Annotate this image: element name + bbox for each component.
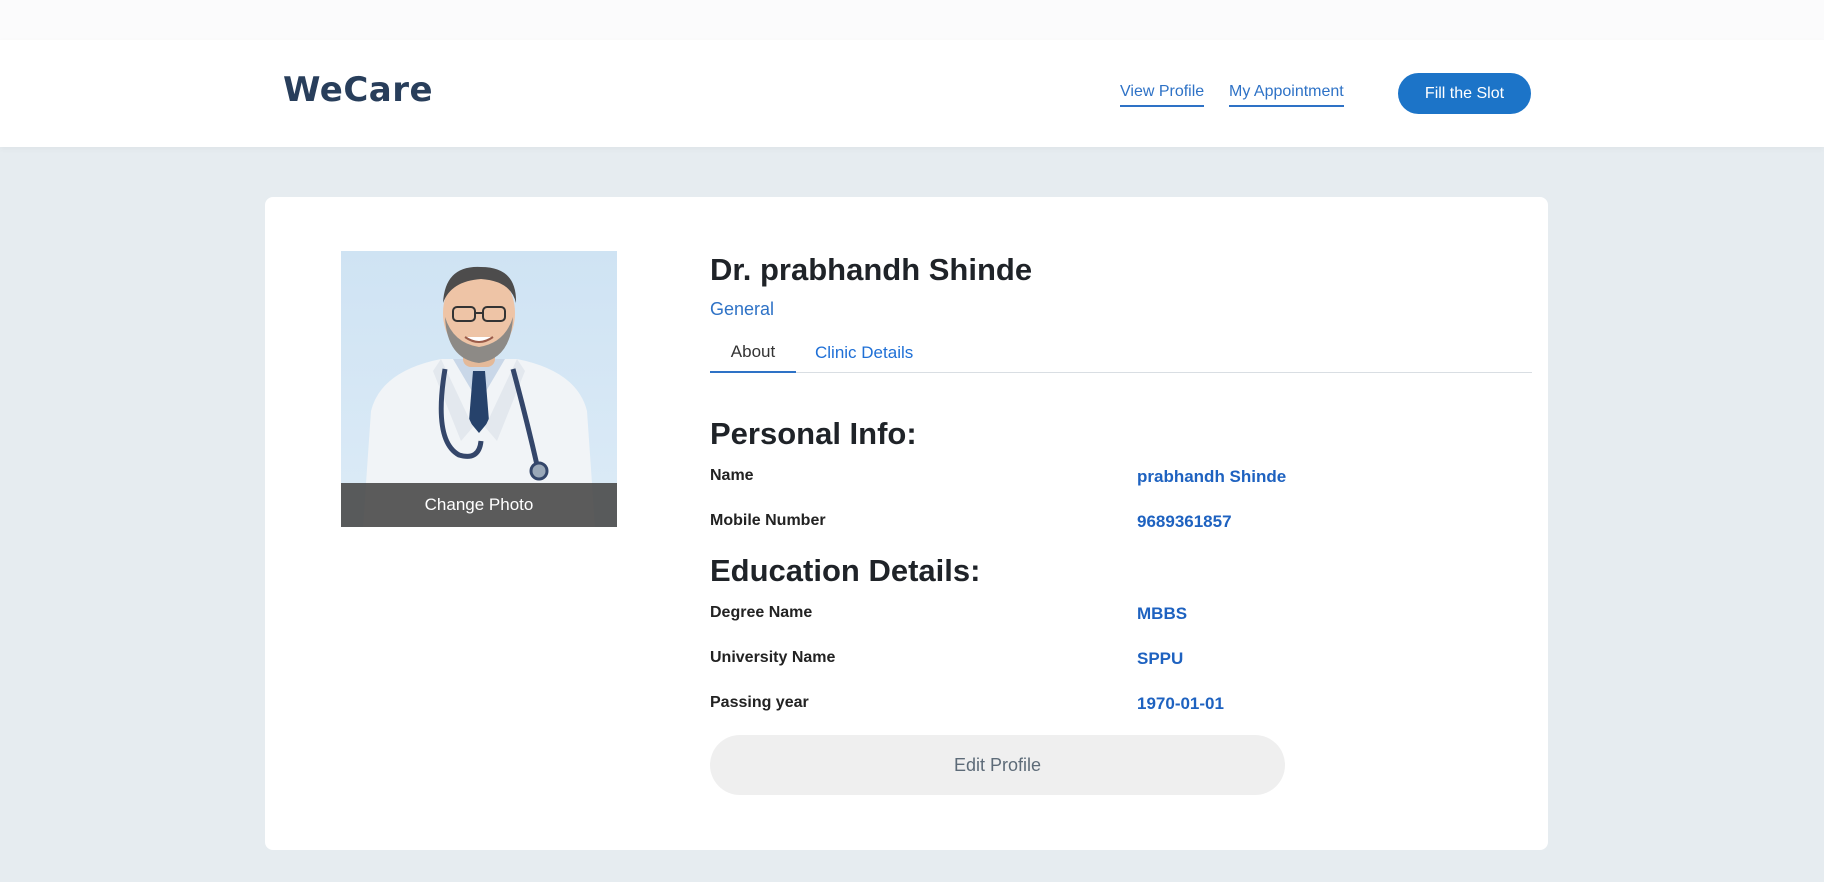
university-label: University Name (710, 649, 836, 666)
mobile-value: 9689361857 (1137, 512, 1232, 531)
passing-year-label: Passing year (710, 694, 809, 711)
degree-label: Degree Name (710, 604, 813, 621)
education-title: Education Details: (710, 553, 981, 588)
brand-logo[interactable]: WeCare (283, 70, 433, 110)
personal-info-title: Personal Info: (710, 416, 917, 451)
passing-year-value: 1970-01-01 (1137, 694, 1224, 713)
name-label: Name (710, 467, 754, 484)
top-strip (0, 0, 1824, 40)
university-value: SPPU (1137, 649, 1184, 668)
fill-slot-button[interactable]: Fill the Slot (1398, 73, 1531, 114)
edit-profile-button[interactable]: Edit Profile (710, 735, 1285, 795)
tab-clinic-details[interactable]: Clinic Details (815, 333, 913, 373)
profile-photo: Change Photo (341, 251, 617, 527)
degree-value: MBBS (1137, 604, 1188, 623)
profile-tabs: About Clinic Details (710, 333, 1532, 373)
view-profile-link[interactable]: View Profile (1120, 83, 1205, 107)
change-photo-button[interactable]: Change Photo (341, 483, 617, 527)
navbar: WeCare View Profile My Appointment Fill … (0, 40, 1824, 147)
mobile-label: Mobile Number (710, 512, 826, 529)
name-value: prabhandh Shinde (1137, 467, 1287, 486)
profile-card: Change Photo Dr. prabhandh Shinde Genera… (265, 197, 1548, 850)
tab-about[interactable]: About (710, 333, 796, 373)
my-appointment-link[interactable]: My Appointment (1229, 83, 1344, 107)
doctor-name: Dr. prabhandh Shinde (710, 252, 1033, 287)
specialization: General (710, 299, 775, 319)
